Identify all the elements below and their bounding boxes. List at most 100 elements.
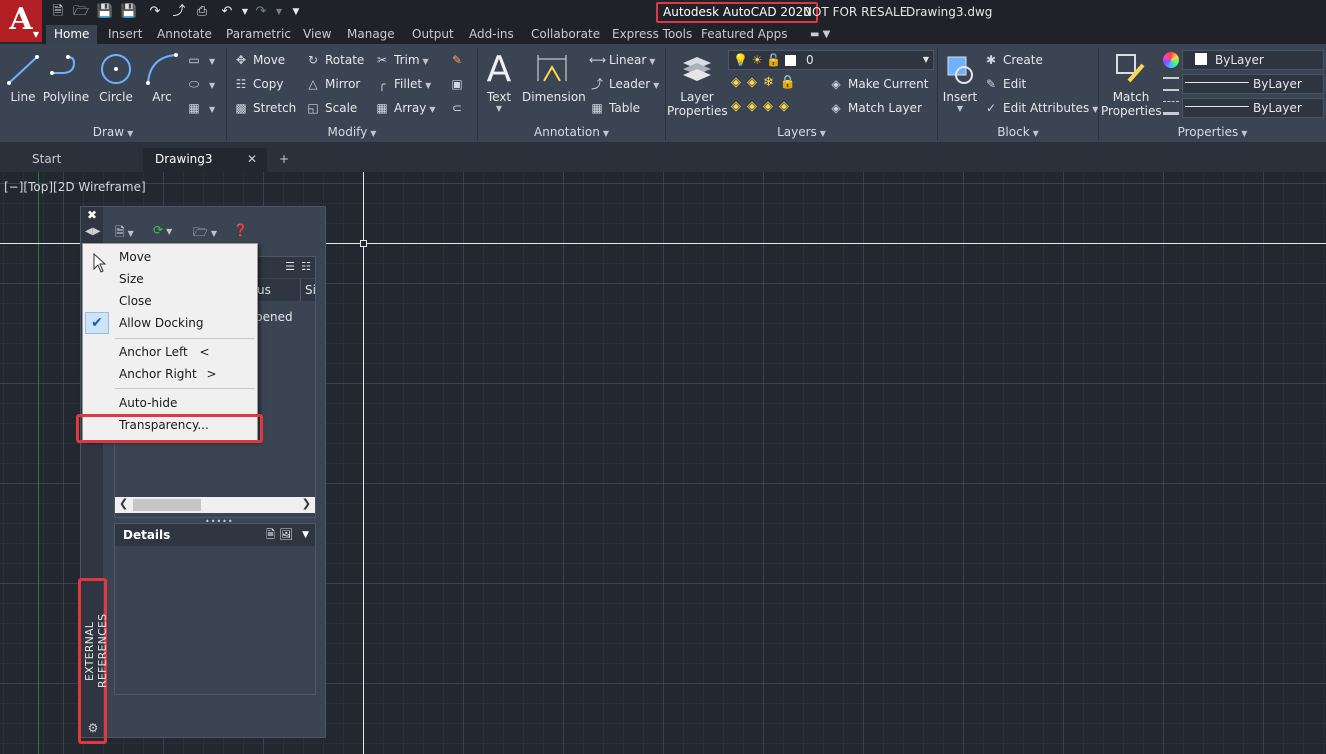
insert-block-tool[interactable]: Insert ▼ — [930, 48, 990, 113]
menu-item-move[interactable]: Move — [84, 246, 256, 268]
make-current-tool[interactable]: ◈ Make Current — [828, 74, 928, 94]
layer-on-icon[interactable]: ◈ — [731, 99, 747, 114]
preview-view-icon[interactable]: 🖼 — [279, 524, 293, 546]
redo-icon[interactable]: ↷ — [252, 3, 270, 21]
stretch-tool[interactable]: ▩ Stretch — [233, 98, 296, 118]
share-icon[interactable]: ↷ — [146, 3, 164, 21]
layer-lock-icon[interactable]: 🔒 — [780, 75, 802, 90]
edit-attributes-tool[interactable]: ✓ Edit Attributes ▼ — [983, 98, 1098, 118]
layer-dropdown[interactable]: 💡 ☀ 🔓 0 ▼ — [728, 50, 934, 70]
layer-properties-tool[interactable]: Layer Properties — [667, 48, 728, 118]
layer-off-icon[interactable]: ◈ — [731, 75, 747, 90]
text-tool[interactable]: A Text ▼ — [469, 48, 529, 114]
linetype-dropdown[interactable]: ByLayer — [1182, 74, 1324, 94]
viewport-controls[interactable]: [−][Top][2D Wireframe] — [4, 180, 146, 194]
tab-add-ins[interactable]: Add-ins — [461, 25, 522, 44]
menu-item-anchor-right[interactable]: Anchor Right > — [84, 363, 256, 385]
chevron-down-icon[interactable]: ▼ — [302, 524, 309, 546]
linear-dim-tool[interactable]: ⟷ Linear ▼ — [589, 50, 655, 70]
layer-isolate-icon[interactable]: ◈ — [747, 75, 763, 90]
rotate-tool[interactable]: ↻ Rotate — [305, 50, 364, 70]
tab-collaborate[interactable]: Collaborate — [523, 25, 608, 44]
export-icon[interactable]: ⤴ — [170, 3, 188, 21]
layer-unisolate-icon[interactable]: ◈ — [747, 99, 763, 114]
fillet-tool[interactable]: ╭ Fillet ▼ — [374, 74, 431, 94]
explode-tool[interactable]: ▣ — [449, 74, 469, 94]
move-tool[interactable]: ✥ Move — [233, 50, 285, 70]
details-view-icon[interactable]: 🗎 — [266, 524, 275, 546]
new-file-icon[interactable]: 🗎 — [49, 3, 67, 21]
tab-parametric[interactable]: Parametric — [218, 25, 299, 44]
offset-tool[interactable]: ⊂ — [449, 98, 469, 118]
block-panel-title[interactable]: Block ▼ — [938, 125, 1098, 141]
mirror-tool[interactable]: △ Mirror — [305, 74, 360, 94]
layer-freeze-icon[interactable]: ❄ — [763, 75, 780, 90]
annotation-panel-title[interactable]: Annotation ▼ — [478, 125, 665, 141]
tab-view[interactable]: View — [295, 25, 339, 44]
properties-panel-title[interactable]: Properties ▼ — [1099, 125, 1326, 141]
array-tool[interactable]: ▦ Array ▼ — [374, 98, 435, 118]
close-icon[interactable]: ✖ — [85, 208, 99, 222]
list-view-icon[interactable]: ☰ — [285, 260, 295, 273]
file-tab-drawing3[interactable]: Drawing3 ✕ — [143, 148, 267, 172]
tab-output[interactable]: Output — [404, 25, 462, 44]
tree-view-icon[interactable]: ☷ — [301, 260, 311, 273]
leader-tool[interactable]: ⤴ Leader ▼ — [589, 74, 659, 94]
close-icon[interactable]: ✕ — [247, 148, 257, 170]
column-size[interactable]: Si — [305, 283, 316, 297]
undo-icon[interactable]: ↶ — [218, 3, 236, 21]
tab-express-tools[interactable]: Express Tools — [604, 25, 700, 44]
file-tab-start[interactable]: Start — [20, 148, 73, 172]
ribbon-display-options-icon[interactable]: ▬ ▼ — [802, 25, 838, 44]
dimension-tool[interactable]: Dimension — [522, 48, 586, 104]
create-block-tool[interactable]: ✱ Create — [983, 50, 1043, 70]
edit-block-tool[interactable]: ✎ Edit — [983, 74, 1026, 94]
trim-tool[interactable]: ✂ Trim ▼ — [374, 50, 429, 70]
match-properties-tool[interactable]: Match Properties — [1101, 48, 1162, 118]
properties-menu-icon[interactable]: ⚙ — [84, 721, 102, 739]
attach-dwg-tool[interactable]: 🗎 ▼ — [115, 223, 134, 241]
application-menu-button[interactable]: A ▼ — [0, 0, 42, 42]
scroll-right-icon[interactable]: ❯ — [302, 497, 311, 510]
layer-unlock-icon[interactable]: ◈ — [779, 99, 795, 114]
menu-item-close[interactable]: Close — [84, 290, 256, 312]
menu-item-auto-hide[interactable]: Auto-hide — [84, 392, 256, 414]
ellipse-tool[interactable]: ⬭ ▼ — [186, 74, 215, 94]
copy-tool[interactable]: ☷ Copy — [233, 74, 284, 94]
new-tab-button[interactable]: + — [275, 148, 293, 172]
tab-annotate[interactable]: Annotate — [149, 25, 220, 44]
column-status[interactable]: us — [257, 283, 271, 297]
scroll-thumb[interactable] — [133, 499, 201, 511]
autohide-icon[interactable]: ◀▶ — [85, 225, 100, 239]
menu-item-size[interactable]: Size — [84, 268, 256, 290]
modify-panel-title[interactable]: Modify ▼ — [227, 125, 477, 141]
erase-tool[interactable]: ✎ — [449, 50, 469, 70]
layer-thaw-icon[interactable]: ◈ — [763, 99, 779, 114]
scroll-left-icon[interactable]: ❮ — [119, 497, 128, 510]
menu-item-anchor-left[interactable]: Anchor Left < — [84, 341, 256, 363]
save-as-icon[interactable]: 💾 — [120, 3, 138, 21]
change-path-tool[interactable]: 🗁 ▼ — [193, 223, 217, 241]
menu-item-allow-docking[interactable]: Allow Docking — [84, 312, 256, 334]
redo-dropdown-icon[interactable]: ▼ — [270, 3, 288, 21]
color-dropdown[interactable]: ByLayer — [1182, 50, 1324, 70]
tab-manage[interactable]: Manage — [339, 25, 403, 44]
table-tool[interactable]: ▦ Table — [589, 98, 640, 118]
layers-panel-title[interactable]: Layers ▼ — [666, 125, 937, 141]
open-folder-icon[interactable]: 🗁 — [72, 3, 90, 21]
save-icon[interactable]: 💾 — [96, 3, 114, 21]
tab-featured-apps[interactable]: Featured Apps — [693, 25, 795, 44]
match-layer-tool[interactable]: ◈ Match Layer — [828, 98, 922, 118]
help-tool[interactable]: ❓ — [233, 223, 248, 241]
horizontal-scrollbar[interactable]: ❮ ❯ — [115, 497, 315, 513]
tab-home[interactable]: Home — [46, 25, 98, 44]
print-icon[interactable]: ⎙ — [193, 3, 211, 21]
rectangle-tool[interactable]: ▭ ▼ — [186, 50, 215, 70]
tab-insert[interactable]: Insert — [100, 25, 150, 44]
refresh-tool[interactable]: ⟳ ▼ — [153, 223, 172, 241]
hatch-tool[interactable]: ▦ ▼ — [186, 98, 215, 118]
details-pane[interactable]: Details 🗎 🖼 ▼ — [114, 523, 316, 695]
lineweight-dropdown[interactable]: ByLayer — [1182, 98, 1324, 118]
arc-tool[interactable]: Arc — [132, 48, 192, 104]
customize-qat-icon[interactable]: ▼ — [287, 3, 305, 21]
